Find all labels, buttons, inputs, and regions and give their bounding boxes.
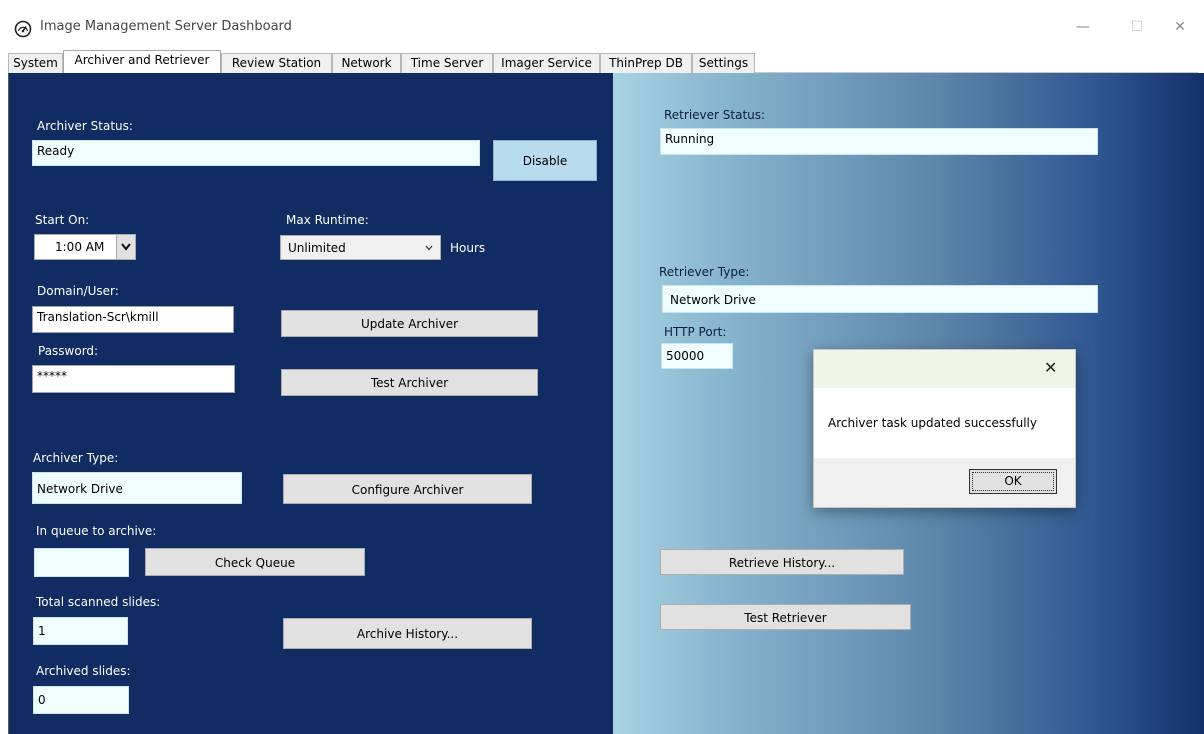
chevron-down-icon [425,245,433,251]
max-runtime-value: Unlimited [288,241,346,255]
tab-network[interactable]: Network [332,53,401,73]
panel-border [8,73,9,734]
queue-count-field [34,548,129,577]
speedometer-icon [14,20,32,38]
http-port-field: 50000 [661,343,733,369]
test-retriever-button[interactable]: Test Retriever [660,604,911,630]
ok-button-label: OK [972,472,1054,491]
dialog-message: Archiver task updated successfully [828,416,1037,430]
chevron-down-icon [121,243,131,251]
retriever-type-label: Retriever Type: [659,265,750,279]
tab-settings[interactable]: Settings [692,53,755,73]
test-archiver-button[interactable]: Test Archiver [281,369,538,396]
queue-label: In queue to archive: [36,524,157,538]
tab-archiver-and-retriever[interactable]: Archiver and Retriever [63,50,221,74]
max-runtime-label: Max Runtime: [286,213,369,227]
minimize-button[interactable]: — [1063,14,1103,40]
message-dialog: ✕ Archiver task updated successfully OK [813,349,1076,508]
title-bar: Image Management Server Dashboard — ☐ ✕ [0,0,1204,48]
retriever-type-field: Network Drive [662,285,1098,313]
archived-slides-field: 0 [33,686,129,714]
retrieve-history-button[interactable]: Retrieve History... [660,549,904,575]
total-scanned-field: 1 [33,617,128,645]
ok-button[interactable]: OK [969,469,1057,494]
http-port-label: HTTP Port: [664,325,727,339]
start-on-label: Start On: [35,213,90,227]
password-input[interactable]: ***** [32,365,235,393]
domain-user-label: Domain/User: [37,284,119,298]
start-on-value: 1:00 AM [55,240,105,254]
domain-user-input[interactable]: Translation-Scr\kmill [32,306,234,333]
configure-archiver-button[interactable]: Configure Archiver [283,474,532,504]
window-title: Image Management Server Dashboard [40,19,292,34]
total-scanned-label: Total scanned slides: [36,595,161,609]
tab-time-server[interactable]: Time Server [401,53,493,73]
retriever-status-field: Running [660,128,1098,155]
hours-label: Hours [450,241,486,255]
disable-button[interactable]: Disable [493,140,597,181]
tab-thinprep-db[interactable]: ThinPrep DB [600,53,692,73]
archiver-status-field: Ready [32,140,480,166]
max-runtime-select[interactable]: Unlimited [280,235,441,260]
tab-imager-service[interactable]: Imager Service [493,53,600,73]
start-on-picker[interactable]: 1:00 AM [34,234,136,260]
archiver-status-label: Archiver Status: [37,119,133,133]
password-label: Password: [38,344,99,358]
tab-system[interactable]: System [8,53,63,73]
archiver-type-field: Network Drive [32,472,242,504]
dialog-title-bar [814,350,1075,388]
tab-review-station[interactable]: Review Station [221,53,332,73]
update-archiver-button[interactable]: Update Archiver [281,310,538,337]
check-queue-button[interactable]: Check Queue [145,548,365,576]
archiver-type-label: Archiver Type: [33,451,119,465]
tab-strip: System Archiver and Retriever Review Sta… [8,50,1198,74]
retriever-status-label: Retriever Status: [664,108,766,122]
maximize-button[interactable]: ☐ [1117,14,1157,40]
close-icon[interactable]: ✕ [1044,359,1057,377]
archived-slides-label: Archived slides: [36,664,131,678]
close-window-button[interactable]: ✕ [1160,14,1200,40]
dropdown-button[interactable] [116,235,135,259]
archive-history-button[interactable]: Archive History... [283,618,532,649]
